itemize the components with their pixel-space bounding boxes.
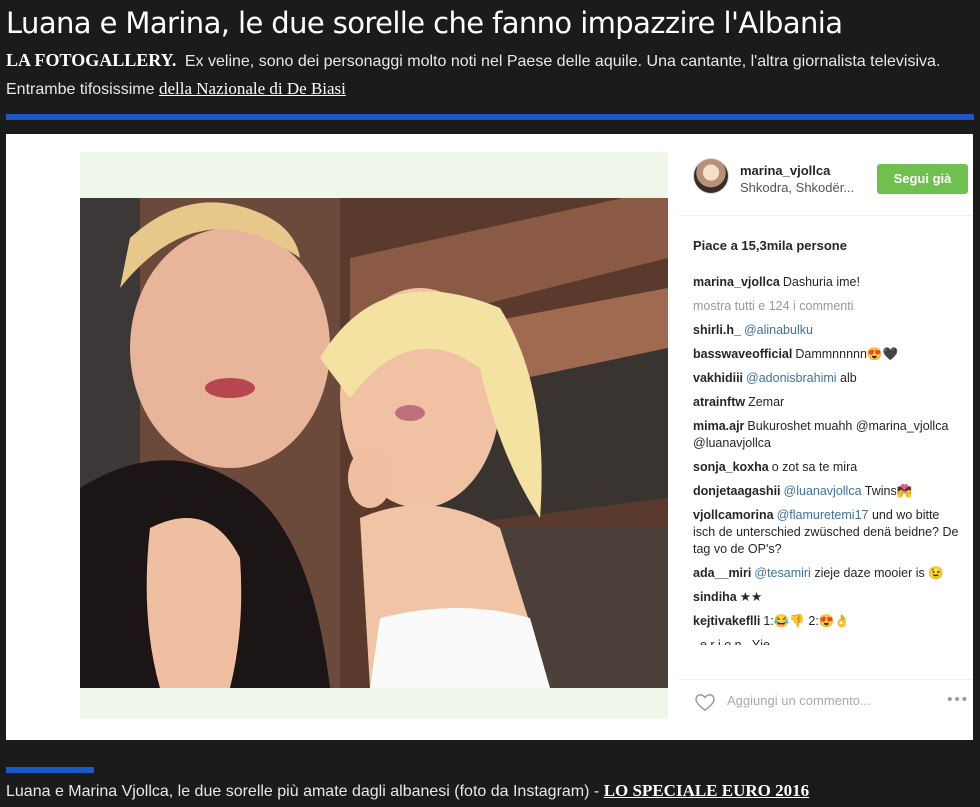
top-divider [6,114,974,120]
comment-user[interactable]: sindiha [693,590,737,604]
comment-row: sonja_koxha o zot sa te mira [693,459,965,476]
likes-count[interactable]: Piace a 15,3mila persone [693,238,847,253]
heart-icon[interactable] [693,692,717,712]
caption-text: Luana e Marina Vjollca, le due sorelle p… [6,783,600,800]
add-comment-row: Aggiungi un commento... ••• [679,679,973,719]
instagram-embed: marina_vjollca Shkodra, Shkodër... Segui… [6,134,973,740]
article-headline: Luana e Marina, le due sorelle che fanno… [6,6,843,40]
comment-user[interactable]: vjollcamorina [693,508,774,522]
comment-user[interactable]: mima.ajr [693,419,744,433]
comment-text: Dashuria ime! [782,275,860,289]
comment-text: zieje daze mooier is 😉 [814,566,944,580]
comment-user[interactable]: sonja_koxha [693,460,769,474]
comment-user[interactable]: basswaveofficial [693,347,792,361]
lede-link[interactable]: della Nazionale di De Biasi [159,79,346,98]
lede-kicker: LA FOTOGALLERY. [6,50,177,70]
instagram-sidebar: marina_vjollca Shkodra, Shkodër... Segui… [679,134,973,740]
add-comment-input[interactable]: Aggiungi un commento... [727,693,871,708]
comment-user[interactable]: kejtivakeflli [693,614,760,628]
comment-row: shirli.h_ @alinabulku [693,322,965,339]
photo-illustration [80,198,668,688]
comment-row: atrainftw Zemar [693,394,965,411]
avatar[interactable] [693,158,729,194]
comment-text: Twins💏 [864,484,913,498]
photo-caption: Luana e Marina Vjollca, le due sorelle p… [6,777,974,806]
comment-user[interactable]: ada__miri [693,566,751,580]
more-options-icon[interactable]: ••• [947,691,969,708]
post-header: marina_vjollca Shkodra, Shkodër... Segui… [679,134,973,216]
post-caption: marina_vjollca Dashuria ime! [693,274,965,291]
comment-row: vjollcamorina @flamuretemi17 und wo bitte… [693,507,965,558]
comment-user[interactable]: atrainftw [693,395,745,409]
comment-mention[interactable]: @alinabulku [744,323,813,337]
comment-text: Dammnnnnn😍🖤 [795,347,899,361]
bottom-divider [6,767,94,773]
comment-mention[interactable]: @flamuretemi17 [777,508,869,522]
comment-text: 1:😂👎 2:😍👌 [763,614,850,628]
post-location[interactable]: Shkodra, Shkodër... [740,180,854,195]
comment-partial: _e r i o n_ Yje [693,638,770,645]
comment-row: basswaveofficial Dammnnnnn😍🖤 [693,346,965,363]
comment-row: kejtivakeflli 1:😂👎 2:😍👌 [693,613,965,630]
comment-row: donjetaagashii @luanavjollca Twins💏 [693,483,965,500]
comment-mention[interactable]: @adonisbrahimi [746,371,837,385]
comment-mention[interactable]: @luanavjollca [784,484,862,498]
show-all-comments-link[interactable]: mostra tutti e 124 i commenti [693,298,965,315]
comments-list: marina_vjollca Dashuria ime! mostra tutti… [693,274,965,666]
comment-row: mima.ajr Bukuroshet muahh @marina_vjollca… [693,418,965,452]
photo-frame [80,152,668,719]
instagram-photo[interactable] [80,198,668,688]
comment-text: ★★ [739,590,763,604]
post-username[interactable]: marina_vjollca [740,163,830,178]
article-lede: LA FOTOGALLERY. Ex veline, sono dei pers… [6,47,956,103]
comment-row: ada__miri @tesamiri zieje daze mooier is … [693,565,965,582]
comment-mention[interactable]: @tesamiri [754,566,810,580]
comment-text: o zot sa te mira [771,460,858,474]
comment-row: sindiha ★★ [693,589,965,606]
comment-row: vakhidiii @adonisbrahimi alb [693,370,965,387]
comment-user[interactable]: donjetaagashii [693,484,781,498]
comment-user[interactable]: vakhidiii [693,371,743,385]
follow-button[interactable]: Segui già [877,164,968,194]
comment-text: alb [840,371,857,385]
caption-link[interactable]: LO SPECIALE EURO 2016 [604,781,809,800]
comment-user[interactable]: marina_vjollca [693,275,780,289]
comment-text: Zemar [748,395,785,409]
comment-user[interactable]: shirli.h_ [693,323,741,337]
